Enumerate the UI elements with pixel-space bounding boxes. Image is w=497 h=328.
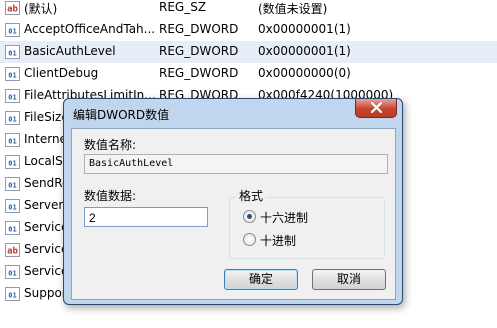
hex-radio-button[interactable] xyxy=(243,210,256,223)
registry-row[interactable]: 01 AcceptOfficeAndTah... REG_DWORD 0x000000… xyxy=(0,19,497,41)
string-value-icon: ab xyxy=(5,243,20,257)
value-type-cell: REG_DWORD xyxy=(159,44,239,58)
close-button[interactable] xyxy=(355,99,397,118)
svg-text:01: 01 xyxy=(8,160,16,168)
svg-text:ab: ab xyxy=(7,5,18,15)
binary-value-icon: 01 xyxy=(5,133,20,147)
value-name-cell: AcceptOfficeAndTah... xyxy=(24,22,156,36)
dialog-body: 数值名称: BasicAuthLevel 数值数据: 格式 十六进制 十进制 确… xyxy=(71,128,396,300)
hex-radio-label: 十六进制 xyxy=(260,211,309,225)
registry-row[interactable]: ab (默认) REG_SZ (数值未设置) xyxy=(0,0,497,19)
svg-text:01: 01 xyxy=(8,292,16,300)
binary-value-icon: 01 xyxy=(5,177,20,191)
string-value-icon: ab xyxy=(5,1,20,15)
value-type-cell: REG_DWORD xyxy=(159,66,239,80)
svg-text:01: 01 xyxy=(8,72,16,80)
svg-text:01: 01 xyxy=(8,116,16,124)
svg-text:01: 01 xyxy=(8,204,16,212)
binary-value-icon: 01 xyxy=(5,23,20,37)
ok-button[interactable]: 确定 xyxy=(224,269,298,290)
binary-value-icon: 01 xyxy=(5,265,20,279)
base-groupbox xyxy=(229,197,385,259)
binary-value-icon: 01 xyxy=(5,155,20,169)
value-data-cell: (数值未设置) xyxy=(258,2,328,16)
registry-row[interactable]: 01 ClientDebug REG_DWORD 0x00000000(0) xyxy=(0,63,497,85)
svg-text:01: 01 xyxy=(8,226,16,234)
value-data-label: 数值数据: xyxy=(84,189,137,203)
dec-radio-label: 十进制 xyxy=(260,234,297,248)
registry-row[interactable]: 01 BasicAuthLevel REG_DWORD 0x00000001(1) xyxy=(0,41,497,63)
edit-dword-dialog: 编辑DWORD数值 数值名称: BasicAuthLevel 数值数据: 格式 … xyxy=(63,98,403,305)
value-name-cell: ClientDebug xyxy=(24,66,99,80)
svg-text:01: 01 xyxy=(8,28,16,36)
binary-value-icon: 01 xyxy=(5,111,20,125)
cancel-button[interactable]: 取消 xyxy=(312,269,386,290)
radio-selected-dot xyxy=(247,214,252,219)
close-icon xyxy=(370,102,383,113)
value-type-cell: REG_DWORD xyxy=(159,22,239,36)
value-type-cell: REG_SZ xyxy=(159,0,207,14)
value-data-input[interactable] xyxy=(84,207,208,227)
base-group-label: 格式 xyxy=(236,187,267,204)
binary-value-icon: 01 xyxy=(5,287,20,301)
value-name-cell: BasicAuthLevel xyxy=(24,44,116,58)
value-name-cell: (默认) xyxy=(24,2,58,16)
svg-text:01: 01 xyxy=(8,94,16,102)
binary-value-icon: 01 xyxy=(5,199,20,213)
value-name-label: 数值名称: xyxy=(84,138,137,152)
binary-value-icon: 01 xyxy=(5,45,20,59)
svg-text:01: 01 xyxy=(8,138,16,146)
dialog-title: 编辑DWORD数值 xyxy=(73,108,170,122)
value-data-cell: 0x00000000(0) xyxy=(258,66,351,80)
binary-value-icon: 01 xyxy=(5,221,20,235)
binary-value-icon: 01 xyxy=(5,89,20,103)
svg-text:01: 01 xyxy=(8,182,16,190)
dec-radio-button[interactable] xyxy=(243,233,256,246)
value-data-cell: 0x00000001(1) xyxy=(258,22,351,36)
value-data-cell: 0x00000001(1) xyxy=(258,44,351,58)
binary-value-icon: 01 xyxy=(5,67,20,81)
svg-text:01: 01 xyxy=(8,270,16,278)
svg-text:ab: ab xyxy=(7,247,18,257)
value-name-field: BasicAuthLevel xyxy=(84,154,388,174)
dialog-titlebar[interactable]: 编辑DWORD数值 xyxy=(64,99,402,129)
svg-text:01: 01 xyxy=(8,50,16,58)
